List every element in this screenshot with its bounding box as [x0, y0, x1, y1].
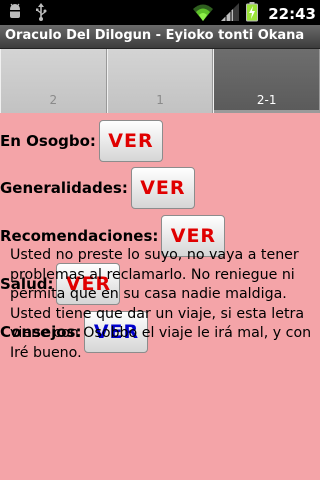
tab-label: 2-1 — [256, 93, 277, 107]
status-right-icons: 22:43 — [192, 2, 316, 26]
status-time: 22:43 — [268, 5, 316, 23]
app-title: Oraculo Del Dilogun - Eyioko tonti Okana — [5, 28, 305, 43]
usb-icon — [34, 3, 48, 25]
android-debug-icon — [6, 3, 24, 25]
section-label: Recomendaciones: — [0, 227, 159, 245]
tab-label: 1 — [156, 93, 164, 107]
section-label: Generalidades: — [0, 179, 128, 197]
tab-label: 2 — [49, 93, 58, 107]
section-label: En Osogbo: — [0, 132, 96, 150]
section-en-osogbo: En Osogbo: VER — [0, 120, 163, 162]
battery-charging-icon — [246, 2, 259, 26]
status-left-icons — [6, 3, 48, 25]
status-bar: 22:43 — [0, 0, 320, 25]
signal-icon — [220, 2, 240, 26]
tab-bar: 2 1 2-1 — [0, 49, 320, 113]
tab-1[interactable]: 1 — [106, 49, 214, 113]
wifi-icon — [192, 2, 214, 26]
tab-2-1[interactable]: 2-1 — [213, 49, 320, 113]
title-bar: Oraculo Del Dilogun - Eyioko tonti Okana — [0, 25, 320, 49]
reading-text: Usted no preste lo suyo, no vaya a tener… — [10, 247, 312, 361]
ver-button-generalidades[interactable]: VER — [130, 167, 195, 209]
tab-2[interactable]: 2 — [0, 49, 107, 113]
section-generalidades: Generalidades: VER — [0, 167, 195, 209]
ver-button-en-osogbo[interactable]: VER — [98, 120, 163, 162]
